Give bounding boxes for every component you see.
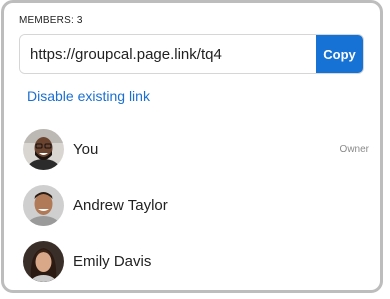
member-avatar: [23, 240, 64, 282]
disable-link-button[interactable]: Disable existing link: [27, 88, 150, 104]
member-row[interactable]: Emily Davis: [23, 240, 373, 282]
member-avatar: [23, 184, 64, 226]
members-count-header: MEMBERS: 3: [19, 15, 83, 26]
member-avatar: [23, 128, 64, 170]
member-row[interactable]: Andrew Taylor: [23, 184, 373, 226]
share-link-field[interactable]: [20, 35, 316, 73]
member-name: You: [73, 140, 99, 158]
member-role-badge: Owner: [339, 143, 369, 155]
copy-button[interactable]: Copy: [316, 35, 363, 73]
member-name: Emily Davis: [73, 252, 152, 270]
share-link-row: Copy: [19, 34, 364, 74]
member-name: Andrew Taylor: [73, 196, 168, 214]
members-card: MEMBERS: 3 Copy Disable existing link Yo: [1, 0, 383, 293]
member-row[interactable]: You Owner: [23, 128, 373, 170]
